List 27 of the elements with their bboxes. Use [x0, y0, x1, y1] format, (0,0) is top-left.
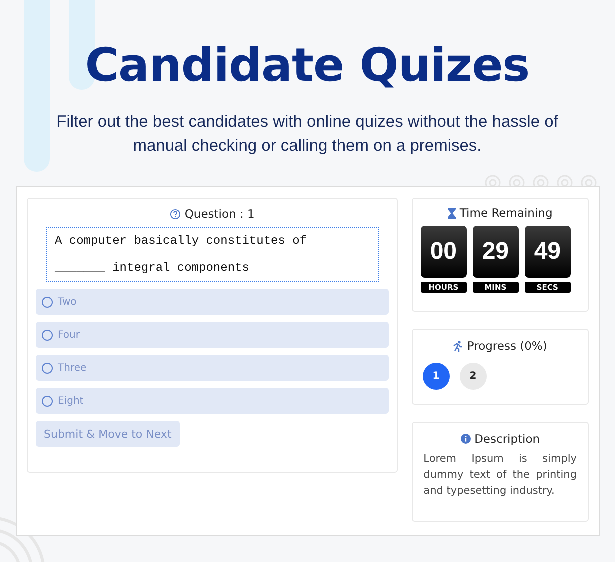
page-subtitle: Filter out the best candidates with online quizes without the hassle of manual checking or calling them on a premises.	[56, 112, 560, 157]
option-label: Three	[58, 362, 87, 374]
question-label: Question : 1	[184, 207, 255, 221]
question-step[interactable]: 1	[422, 363, 450, 390]
hourglass-icon	[448, 208, 456, 218]
description-title: Description	[474, 432, 540, 446]
countdown-digits: 00	[420, 226, 467, 278]
description-text: Lorem Ipsum is simply dummy text of the printing and typesetting industry.	[424, 452, 577, 499]
info-icon	[460, 434, 471, 444]
timer-title: Time Remaining	[460, 206, 553, 220]
answer-option[interactable]: Three	[36, 355, 389, 381]
countdown-digits: 29	[472, 226, 519, 278]
answer-option[interactable]: Eight	[36, 388, 389, 414]
help-icon	[170, 208, 181, 220]
running-person-icon	[453, 340, 464, 352]
answer-option[interactable]: Two	[36, 289, 389, 315]
option-label: Four	[58, 330, 80, 340]
progress-title: Progress (0%)	[467, 339, 548, 353]
submit-button[interactable]: Submit & Move to Next	[36, 421, 180, 447]
question-step[interactable]: 2	[460, 363, 487, 390]
answer-option[interactable]: Four	[36, 322, 389, 348]
page-title: Candidate Quizes	[85, 38, 530, 92]
question-text: _______ integral components	[55, 261, 250, 275]
option-label: Two	[58, 296, 77, 308]
option-label: Eight	[58, 396, 84, 406]
countdown-digits: 49	[524, 226, 571, 278]
question-text: A computer basically constitutes of	[55, 234, 308, 248]
